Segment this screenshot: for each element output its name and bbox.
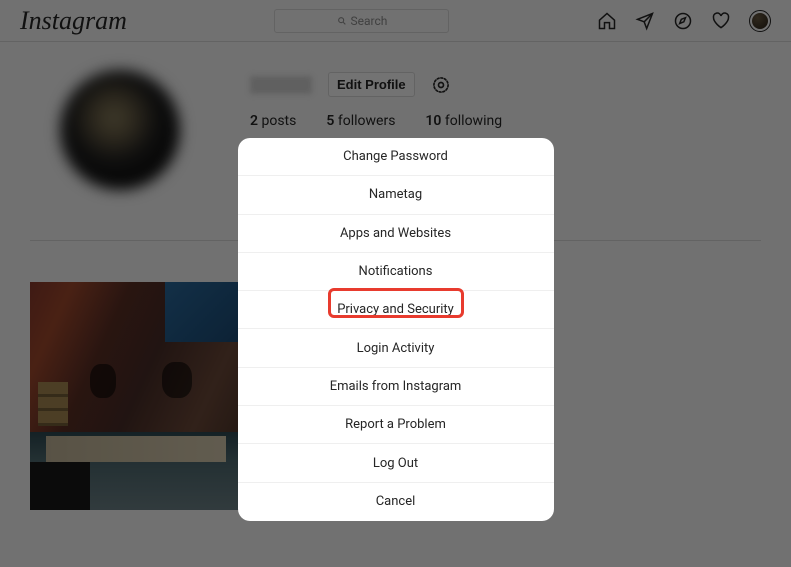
settings-modal: Change Password Nametag Apps and Website… [238,138,554,521]
menu-notifications[interactable]: Notifications [238,253,554,291]
menu-cancel[interactable]: Cancel [238,483,554,521]
menu-apps-websites[interactable]: Apps and Websites [238,215,554,253]
menu-nametag[interactable]: Nametag [238,176,554,214]
menu-login-activity[interactable]: Login Activity [238,329,554,367]
menu-change-password[interactable]: Change Password [238,138,554,176]
menu-logout[interactable]: Log Out [238,444,554,482]
menu-emails[interactable]: Emails from Instagram [238,368,554,406]
menu-report-problem[interactable]: Report a Problem [238,406,554,444]
menu-privacy-security[interactable]: Privacy and Security [238,291,554,329]
